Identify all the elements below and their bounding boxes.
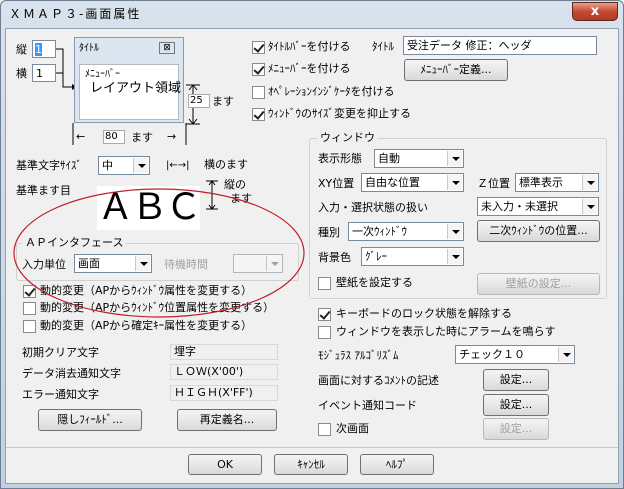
preview-client: ﾒﾆｭｰﾊﾞｰ レイアウト領域 (79, 64, 182, 120)
next-screen-label: 次画面 (336, 422, 369, 435)
xy-position-label: XY位置 (318, 177, 355, 190)
annotation-ellipse (13, 188, 305, 318)
horiz-input[interactable]: 1 (32, 64, 56, 82)
modulus-label: ﾓｼﾞｭﾗｽ ｱﾙｺﾞﾘｽﾞﾑ (318, 349, 399, 362)
input-state-label: 入力・選択状態の扱い (318, 201, 428, 214)
error-notify-label: エラー通知文字 (22, 388, 99, 401)
width-value: 80 (103, 130, 125, 144)
chevron-down-icon (447, 151, 462, 166)
horiz-mas-arrow: |←→| (166, 160, 190, 171)
width-unit: ます (131, 131, 153, 144)
wallpaper-settings-button[interactable]: 壁紙の設定... (477, 273, 600, 295)
chevron-down-icon (447, 224, 462, 239)
horiz-label: 横 (16, 67, 27, 80)
bottom-separator (6, 447, 618, 448)
layout-preview: ﾀｲﾄﾙ ⊠ ﾒﾆｭｰﾊﾞｰ レイアウト領域 (74, 37, 184, 123)
next-screen-checkbox[interactable] (318, 423, 331, 436)
z-position-label: Ｚ位置 (477, 177, 510, 190)
window-group-title: ウィンドウ (317, 131, 378, 145)
close-button[interactable]: x (572, 2, 618, 21)
ok-button[interactable]: OK (188, 454, 262, 475)
z-position-select[interactable]: 標準表示 (515, 173, 599, 192)
alarm-checkbox[interactable] (318, 326, 331, 339)
next-screen-settings-button[interactable]: 設定... (483, 418, 549, 440)
preview-layout-area: レイアウト領域 (90, 81, 182, 96)
height-value: 25 (188, 94, 210, 108)
cancel-button[interactable]: ｷｬﾝｾﾙ (274, 454, 348, 475)
vert-label: 縦 (16, 43, 27, 56)
titlebar-checkbox[interactable] (252, 41, 265, 54)
chevron-down-icon (582, 175, 597, 190)
background-color-select[interactable]: ｸﾞﾚｰ (361, 247, 464, 266)
data-erase-label: データ消去通知文字 (22, 367, 121, 380)
base-char-size-label: 基準文字ｻｲｽﾞ (16, 159, 82, 172)
wallpaper-checkbox[interactable] (318, 277, 331, 290)
chevron-down-icon (447, 249, 462, 264)
preview-title: ﾀｲﾄﾙ (79, 43, 99, 54)
window-title: ＸＭＡＰ３-画面属性 (9, 7, 142, 21)
chevron-down-icon (133, 158, 148, 173)
menubar-checkbox[interactable] (252, 63, 265, 76)
keyboard-lock-label: キーボードのロック状態を解除する (336, 307, 512, 320)
display-mode-select[interactable]: 自動 (374, 149, 464, 168)
help-button[interactable]: ﾍﾙﾌﾟ (360, 454, 434, 475)
xy-position-select[interactable]: 自由な位置 (361, 173, 464, 192)
title-input[interactable]: 受注データ 修正：ヘッダ (403, 36, 597, 55)
redefine-button[interactable]: 再定義名... (177, 409, 277, 431)
preview-menubar: ﾒﾆｭｰﾊﾞｰ (85, 69, 120, 80)
titlebar-checkbox-label: ﾀｲﾄﾙﾊﾞｰを付ける (268, 40, 351, 53)
height-unit: ます (212, 95, 234, 108)
width-left-arrow: ← (76, 130, 86, 143)
initial-clear-value: 埋字 (170, 344, 278, 360)
data-erase-value: ＬＯＷ(X'00') (170, 364, 278, 380)
alarm-label: ウィンドウを表示した時にアラームを鳴らす (336, 325, 556, 338)
horiz-mas-label: 横のます (204, 158, 248, 171)
chevron-down-icon (582, 199, 597, 214)
operation-indicator-checkbox[interactable] (252, 86, 265, 99)
hidden-field-button[interactable]: 隠しﾌｨｰﾙﾄﾞ... (38, 409, 142, 431)
secondary-window-position-button[interactable]: 二次ｳｨﾝﾄﾞｳの位置... (477, 220, 600, 242)
operation-indicator-label: ｵﾍﾟﾚｰｼｮﾝｲﾝｼﾞｹｰﾀを付ける (268, 85, 395, 98)
display-mode-label: 表示形態 (318, 152, 362, 165)
window-type-label: 種別 (318, 226, 340, 239)
chevron-down-icon (558, 347, 573, 362)
preview-close-icon: ⊠ (159, 42, 175, 54)
event-settings-button[interactable]: 設定... (483, 394, 549, 416)
chevron-down-icon (447, 175, 462, 190)
suppress-resize-checkbox[interactable] (252, 108, 265, 121)
suppress-resize-label: ｳｨﾝﾄﾞｳのｻｲｽﾞ変更を抑止する (268, 107, 411, 120)
base-char-size-select[interactable]: 中 (98, 156, 150, 175)
comment-label: 画面に対するｺﾒﾝﾄの記述 (318, 374, 439, 387)
window-type-select[interactable]: 一次ｳｨﾝﾄﾞｳ (348, 222, 464, 241)
modulus-select[interactable]: チェック１０ (455, 345, 575, 364)
width-right-arrow: → (167, 130, 177, 143)
initial-clear-label: 初期クリア文字 (22, 346, 99, 359)
vert-input[interactable]: 1 (32, 40, 56, 58)
title-label: ﾀｲﾄﾙ (372, 40, 394, 53)
comment-settings-button[interactable]: 設定... (483, 369, 549, 391)
menubar-define-button[interactable]: ﾒﾆｭｰﾊﾞｰ定義... (404, 59, 508, 81)
event-code-label: イベント通知コード (318, 399, 417, 412)
keyboard-lock-checkbox[interactable] (318, 308, 331, 321)
error-notify-value: ＨＩＧＨ(X'FF') (170, 385, 278, 401)
wallpaper-checkbox-label: 壁紙を設定する (336, 276, 413, 289)
background-color-label: 背景色 (318, 251, 351, 264)
input-state-select[interactable]: 未入力・未選択 (477, 197, 599, 216)
menubar-checkbox-label: ﾒﾆｭｰﾊﾞｰを付ける (268, 62, 351, 75)
